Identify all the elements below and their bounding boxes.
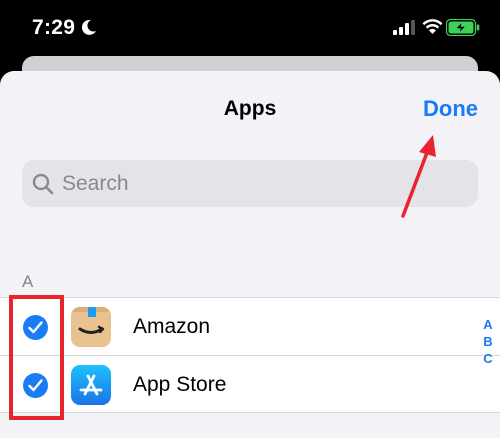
annotation-arrow-icon xyxy=(401,135,436,218)
